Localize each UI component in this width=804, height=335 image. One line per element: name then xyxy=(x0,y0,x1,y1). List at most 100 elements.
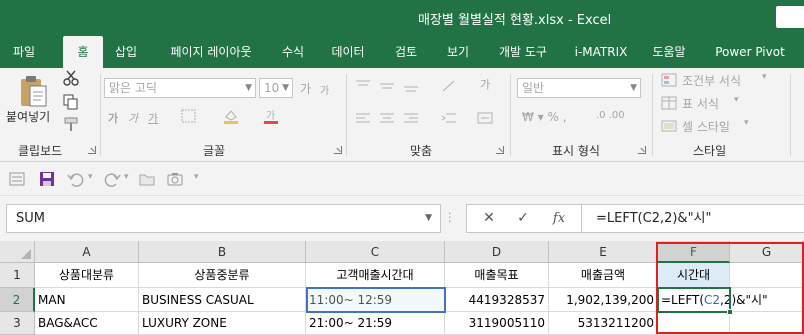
tab-i-matrix[interactable]: i-MATRIX xyxy=(568,36,634,68)
align-bottom-icon[interactable] xyxy=(402,78,420,94)
wrap-text-button[interactable]: 가 xyxy=(480,76,490,92)
customize-toolbar-icon[interactable]: ▾ xyxy=(194,172,199,182)
cell-d2[interactable]: 4419328537 xyxy=(445,288,549,312)
grow-font-button[interactable]: 가 xyxy=(300,80,311,97)
column-header-d[interactable]: D xyxy=(445,241,549,263)
cut-icon[interactable] xyxy=(62,70,80,86)
cell-styles-button[interactable]: 셀 스타일 xyxy=(682,118,730,135)
insert-function-button[interactable]: fx xyxy=(543,205,575,232)
tab-developer[interactable]: 개발 도구 xyxy=(490,36,556,68)
resize-handle-icon[interactable]: · · · xyxy=(448,208,451,227)
merge-center-icon[interactable] xyxy=(476,110,494,126)
redo-icon[interactable] xyxy=(104,170,122,188)
align-right-icon[interactable] xyxy=(402,110,420,126)
font-group-label: 글꼴 xyxy=(203,144,226,158)
formula-input[interactable]: =LEFT(C2,2)&"시" xyxy=(582,204,804,233)
column-header-g[interactable]: G xyxy=(730,241,804,263)
format-painter-icon[interactable] xyxy=(62,116,80,132)
folder-icon[interactable] xyxy=(138,170,156,188)
cell-b3[interactable]: LUXURY ZONE xyxy=(139,312,306,335)
cell-styles-icon[interactable] xyxy=(660,118,678,134)
font-size-box[interactable]: 10 ▼ xyxy=(259,78,293,98)
italic-button[interactable]: 가 xyxy=(128,110,138,126)
tab-insert[interactable]: 삽입 xyxy=(106,36,146,68)
cell-b2[interactable]: BUSINESS CASUAL xyxy=(139,288,306,312)
ribbon: 붙여넣기 클립보드 맑은 고딕 ▼ 10 ▼ 가 가 가 가 가 가 글꼴 가 … xyxy=(0,68,804,162)
tab-data[interactable]: 데이터 xyxy=(324,36,372,68)
font-name-box[interactable]: 맑은 고딕 ▼ xyxy=(104,78,256,98)
conditional-format-button[interactable]: 조건부 서식 xyxy=(682,72,741,89)
indent-icon[interactable] xyxy=(440,110,458,126)
align-center-icon[interactable] xyxy=(378,110,396,126)
font-color-icon[interactable]: 가 xyxy=(262,108,280,124)
tab-help[interactable]: 도움말 xyxy=(644,36,694,68)
alignment-launcher-icon[interactable] xyxy=(496,146,504,154)
currency-format-button[interactable]: ₩ ▾ % , xyxy=(522,110,567,124)
copy-icon[interactable] xyxy=(62,94,80,110)
cell-f1[interactable]: 시간대 xyxy=(658,263,730,288)
undo-dropdown-icon[interactable]: ▾ xyxy=(88,172,93,182)
tab-formulas[interactable]: 수식 xyxy=(274,36,312,68)
orientation-icon[interactable] xyxy=(440,78,458,94)
bold-button[interactable]: 가 xyxy=(108,110,118,126)
name-box[interactable]: SUM ▼ xyxy=(6,204,441,233)
row-header-2[interactable]: 2 xyxy=(0,288,35,312)
align-top-icon[interactable] xyxy=(354,78,372,94)
cell-g1[interactable] xyxy=(730,263,804,288)
enter-button[interactable]: ✓ xyxy=(507,205,539,232)
cell-e3[interactable]: 5313211200 xyxy=(549,312,658,335)
table-format-icon[interactable] xyxy=(660,95,678,111)
cell-a2[interactable]: MAN xyxy=(35,288,139,312)
number-format-box[interactable]: 일반 ▼ xyxy=(517,78,641,98)
cell-c3[interactable]: 21:00~ 21:59 xyxy=(306,312,445,335)
table-format-button[interactable]: 표 서식 xyxy=(682,95,719,112)
save-icon[interactable] xyxy=(38,170,56,188)
row-header-1[interactable]: 1 xyxy=(0,263,35,288)
decimal-buttons[interactable]: .0 .00 xyxy=(596,110,625,121)
tab-view[interactable]: 보기 xyxy=(438,36,478,68)
font-launcher-icon[interactable] xyxy=(334,146,342,154)
undo-icon[interactable] xyxy=(66,170,84,188)
tab-review[interactable]: 검토 xyxy=(386,36,426,68)
align-left-icon[interactable] xyxy=(354,110,372,126)
tab-power-pivot[interactable]: Power Pivot xyxy=(708,36,792,68)
underline-button[interactable]: 가 xyxy=(148,110,158,126)
cell-f3[interactable] xyxy=(658,312,730,335)
cell-e2[interactable]: 1,902,139,200 xyxy=(549,288,658,312)
border-icon[interactable] xyxy=(180,108,198,124)
cell-e1[interactable]: 매출금액 xyxy=(549,263,658,288)
cancel-button[interactable]: ✕ xyxy=(473,205,505,232)
column-header-f[interactable]: F xyxy=(658,241,730,263)
cell-d3[interactable]: 3119005110 xyxy=(445,312,549,335)
cell-a3[interactable]: BAG&ACC xyxy=(35,312,139,335)
cell-d1[interactable]: 매출목표 xyxy=(445,263,549,288)
column-header-c[interactable]: C xyxy=(306,241,445,263)
select-all-button[interactable] xyxy=(0,241,35,263)
cell-b1[interactable]: 상품중분류 xyxy=(139,263,306,288)
clipboard-launcher-icon[interactable] xyxy=(88,146,96,154)
fill-color-icon[interactable] xyxy=(222,108,240,124)
camera-icon[interactable] xyxy=(166,170,184,188)
tab-home[interactable]: 홈 xyxy=(63,36,103,68)
account-area[interactable] xyxy=(776,6,804,28)
fill-handle[interactable] xyxy=(727,309,733,315)
row-header-3[interactable]: 3 xyxy=(0,312,35,335)
cell-g2[interactable] xyxy=(730,288,804,312)
column-header-e[interactable]: E xyxy=(549,241,658,263)
tab-file[interactable]: 파일 xyxy=(2,36,46,68)
tab-page-layout[interactable]: 페이지 레이아웃 xyxy=(156,36,266,68)
conditional-format-icon[interactable] xyxy=(660,72,678,88)
cell-c1[interactable]: 고객매출시간대 xyxy=(306,263,445,288)
redo-dropdown-icon[interactable]: ▾ xyxy=(124,172,129,182)
shrink-font-button[interactable]: 가 xyxy=(320,82,329,97)
cell-g3[interactable] xyxy=(730,312,804,335)
align-middle-icon[interactable] xyxy=(378,78,396,94)
paste-icon[interactable] xyxy=(18,74,48,110)
form-icon[interactable] xyxy=(8,170,26,188)
number-launcher-icon[interactable] xyxy=(638,146,646,154)
cell-a1[interactable]: 상품대분류 xyxy=(35,263,139,288)
paste-button-label[interactable]: 붙여넣기 xyxy=(6,108,50,125)
column-header-a[interactable]: A xyxy=(35,241,139,263)
column-header-b[interactable]: B xyxy=(139,241,306,263)
separator xyxy=(790,74,791,156)
